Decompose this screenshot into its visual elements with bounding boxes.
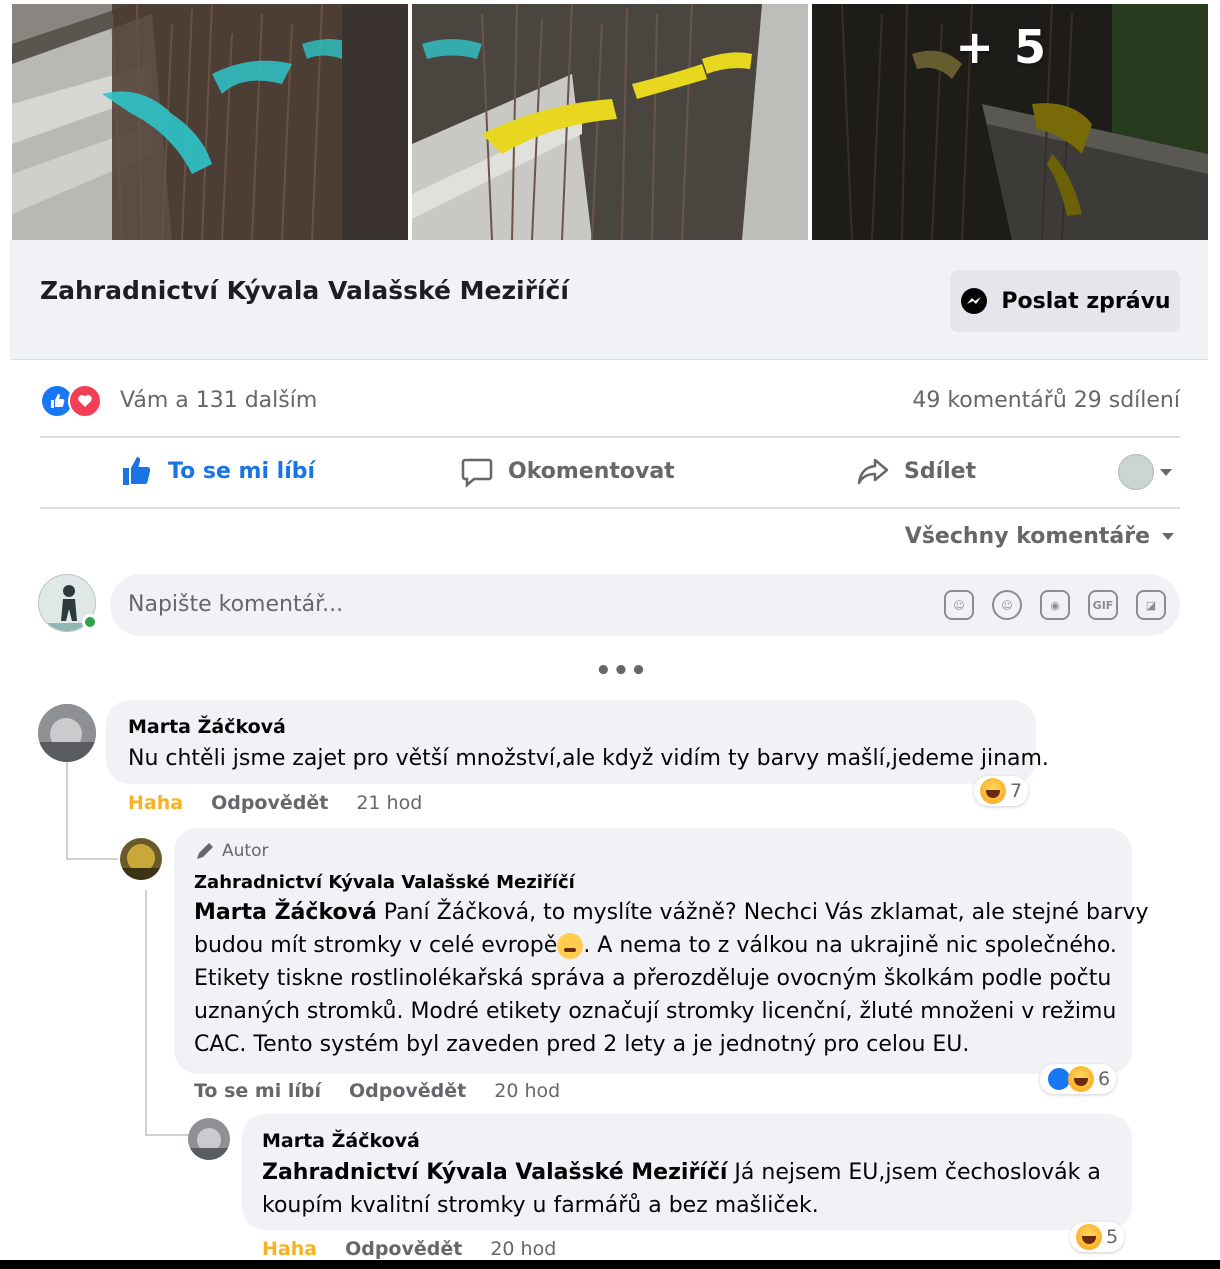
- reaction-stats: Vám a 131 dalším 49 komentářů 29 sdílení: [40, 380, 1180, 424]
- like-comment-button[interactable]: To se mi líbí: [194, 1080, 321, 1102]
- chevron-down-icon: [1162, 533, 1174, 540]
- comment-time[interactable]: 21 hod: [356, 792, 422, 814]
- comment-text-line: koupím kvalitní stromky u farmářů a bez …: [262, 1193, 819, 1218]
- haha-icon: [1068, 1066, 1094, 1092]
- divider: [40, 507, 1180, 509]
- comment-text-line: Já nejsem EU,jsem čechoslovák a: [727, 1160, 1101, 1185]
- comment-author[interactable]: Zahradnictví Kývala Valašské Meziříčí: [194, 872, 575, 893]
- facebook-post: + 5 Zahradnictví Kývala Valašské Meziříč…: [10, 0, 1208, 1260]
- like-button[interactable]: To se mi líbí: [120, 454, 315, 488]
- reaction-count: 7: [1010, 780, 1023, 802]
- online-status-indicator: [82, 614, 98, 630]
- comment-meta: Haha Odpovědět 21 hod: [128, 792, 422, 814]
- comment-text-line: Etikety tiskne rostlinolékařská správa a…: [194, 966, 1112, 991]
- share-icon: [857, 458, 889, 485]
- reply-button[interactable]: Odpovědět: [349, 1080, 466, 1102]
- reply-button[interactable]: Odpovědět: [345, 1238, 462, 1260]
- page-name[interactable]: Zahradnictví Kývala Valašské Meziříčí: [40, 276, 569, 305]
- avatar-sticker-icon[interactable]: ☺: [944, 590, 974, 620]
- comment-placeholder: Napište komentář...: [128, 592, 344, 617]
- gif-icon[interactable]: GIF: [1088, 590, 1118, 620]
- comment-bubble: Marta Žáčková Zahradnictví Kývala Valašs…: [242, 1114, 1132, 1230]
- comment-icon: [461, 458, 493, 488]
- divider: [40, 436, 1180, 438]
- action-bar: To se mi líbí Okomentovat Sdílet: [40, 440, 1180, 506]
- comment-text-line: uznaných stromků. Modré etikety označují…: [194, 999, 1117, 1024]
- comment-meta: Haha Odpovědět 20 hod: [262, 1238, 556, 1260]
- comments-shares-count[interactable]: 49 komentářů 29 sdílení: [912, 388, 1180, 413]
- comment-time[interactable]: 20 hod: [490, 1238, 556, 1260]
- love-icon: [68, 384, 102, 418]
- comment-text-line: CAC. Tento systém byl zaveden pred 2 let…: [194, 1032, 970, 1057]
- comment-text-line: budou mít stromky v celé evropě: [194, 933, 558, 958]
- haha-button[interactable]: Haha: [128, 792, 183, 814]
- thread-line: [145, 890, 147, 1136]
- thread-line: [145, 1134, 189, 1136]
- haha-button[interactable]: Haha: [262, 1238, 317, 1260]
- reaction-count: 5: [1106, 1226, 1119, 1248]
- camera-icon[interactable]: ◉: [1040, 590, 1070, 620]
- comment-author[interactable]: Marta Žáčková: [128, 716, 286, 738]
- composer-icons: ☺ ☺ ◉ GIF ◪: [944, 590, 1166, 620]
- comment-text-line: . A nema to z válkou na ukrajině nic spo…: [583, 933, 1117, 958]
- comment-filter-label: Všechny komentáře: [904, 524, 1150, 549]
- mention-link[interactable]: Zahradnictví Kývala Valašské Meziříčí: [262, 1160, 727, 1185]
- photo-3[interactable]: + 5: [812, 4, 1208, 240]
- share-button[interactable]: Sdílet: [856, 454, 976, 488]
- reaction-summary[interactable]: Vám a 131 dalším: [120, 388, 317, 413]
- comment-input[interactable]: Napište komentář... ☺ ☺ ◉ GIF ◪: [110, 574, 1180, 636]
- comment-reactions[interactable]: 7: [974, 776, 1029, 806]
- comment-text: Zahradnictví Kývala Valašské Meziříčí Já…: [262, 1156, 1122, 1222]
- more-photos-count[interactable]: + 5: [955, 20, 1048, 74]
- photo-grid: + 5: [12, 4, 1208, 240]
- comment-time[interactable]: 20 hod: [494, 1080, 560, 1102]
- comment-text: Nu chtěli jsme zajet pro větší množství,…: [128, 746, 1049, 771]
- haha-icon: [1076, 1224, 1102, 1250]
- comment-button[interactable]: Okomentovat: [460, 454, 675, 488]
- comment-reactions[interactable]: 6: [1040, 1064, 1117, 1094]
- comment-bubble: Marta Žáčková Nu chtěli jsme zajet pro v…: [106, 700, 1049, 784]
- comment-text: Marta Žáčková Paní Žáčková, to myslíte v…: [194, 896, 1149, 1061]
- comment-meta: To se mi líbí Odpovědět 20 hod: [194, 1080, 560, 1102]
- thread-line: [66, 760, 68, 860]
- avatar: [1118, 454, 1154, 490]
- share-label: Sdílet: [904, 458, 977, 484]
- sticker-icon[interactable]: ◪: [1136, 590, 1166, 620]
- comment-filter[interactable]: Všechny komentáře: [905, 524, 1174, 549]
- comment-text-line: Paní Žáčková, to myslíte vážně? Nechci V…: [376, 900, 1149, 925]
- like-label: To se mi líbí: [168, 458, 316, 484]
- author-badge: Autor: [194, 840, 268, 862]
- react-as-selector[interactable]: [1118, 454, 1172, 490]
- page-header: Zahradnictví Kývala Valašské Meziříčí Po…: [10, 240, 1208, 360]
- like-icon: [123, 457, 151, 485]
- more-comments-button[interactable]: •••: [595, 656, 648, 686]
- photo-2[interactable]: [412, 4, 808, 240]
- reaction-count: 6: [1098, 1068, 1111, 1090]
- wink-emoji-icon: [557, 933, 584, 959]
- photo-1[interactable]: [12, 4, 408, 240]
- send-message-button[interactable]: Poslat zprávu: [950, 270, 1180, 332]
- haha-icon: [980, 778, 1006, 804]
- emoji-icon[interactable]: ☺: [992, 590, 1022, 620]
- reaction-icons[interactable]: [40, 384, 102, 418]
- send-message-label: Poslat zprávu: [1001, 288, 1171, 314]
- avatar[interactable]: [120, 838, 162, 880]
- author-badge-label: Autor: [222, 841, 269, 861]
- avatar[interactable]: [188, 1118, 230, 1160]
- mention-link[interactable]: Marta Žáčková: [194, 900, 377, 925]
- pencil-icon: [197, 843, 213, 859]
- comment-author[interactable]: Marta Žáčková: [262, 1130, 420, 1152]
- reply-button[interactable]: Odpovědět: [211, 792, 328, 814]
- comment-reactions[interactable]: 5: [1070, 1222, 1125, 1252]
- screenshot-frame: + 5 Zahradnictví Kývala Valašské Meziříč…: [0, 0, 1220, 1260]
- chevron-down-icon: [1160, 468, 1172, 476]
- messenger-icon: [961, 288, 988, 314]
- comment-bubble: Autor Zahradnictví Kývala Valašské Meziř…: [174, 828, 1149, 1074]
- thread-line: [66, 858, 118, 860]
- avatar[interactable]: [38, 704, 96, 762]
- comment-label: Okomentovat: [508, 458, 675, 484]
